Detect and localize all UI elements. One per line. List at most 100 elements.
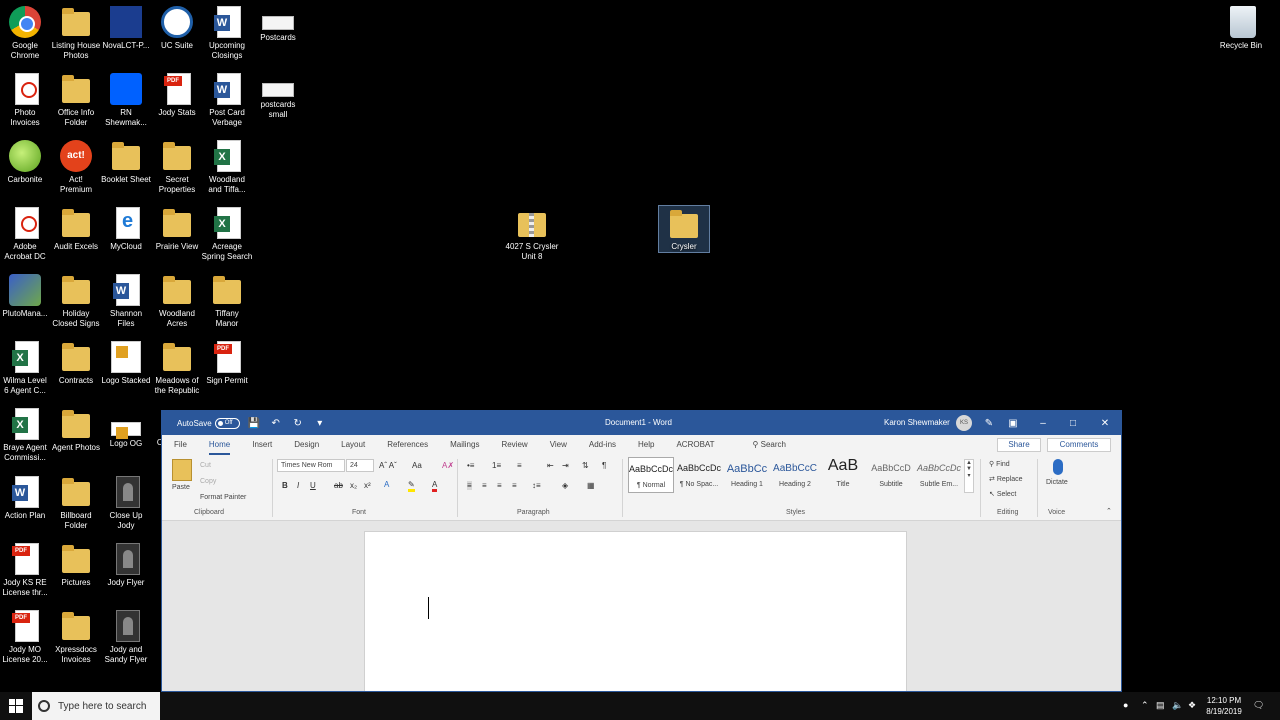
notifications-icon[interactable]: 🗨 (1253, 700, 1264, 711)
paste-button[interactable]: Paste (172, 484, 190, 491)
align-left-icon[interactable]: ≡ (467, 481, 472, 490)
postcard-icon[interactable]: postcards small (250, 67, 306, 120)
ribbon-display-icon[interactable]: ▣ (998, 411, 1028, 435)
pdf-file-icon[interactable]: Jody KS RE License thr... (0, 537, 53, 598)
find-button[interactable]: ⚲ Find (989, 460, 1010, 468)
tab-design[interactable]: Design (294, 435, 319, 455)
start-button[interactable] (0, 692, 32, 720)
tab-file[interactable]: File (174, 435, 187, 455)
tab-help[interactable]: Help (638, 435, 654, 455)
photo-icon[interactable]: Close Up Jody (98, 470, 154, 531)
align-right-icon[interactable]: ≡ (497, 481, 502, 490)
subscript-icon[interactable]: x₂ (350, 481, 357, 490)
dropbox-tray-icon[interactable]: ❖ (1188, 700, 1196, 711)
maximize-icon[interactable]: □ (1058, 411, 1088, 435)
dictate-button[interactable]: Dictate (1046, 479, 1068, 486)
comments-button[interactable]: Comments (1047, 438, 1111, 452)
close-icon[interactable]: ✕ (1090, 411, 1120, 435)
recycle-bin-icon[interactable]: Recycle Bin (1213, 0, 1269, 51)
excel-file-icon[interactable]: Wilma Level 6 Agent C... (0, 335, 53, 396)
superscript-icon[interactable]: x² (364, 481, 371, 490)
increase-indent-icon[interactable]: ⇥ (562, 461, 569, 470)
highlight-icon[interactable]: ✎ (408, 480, 415, 492)
shading-icon[interactable]: ◈ (562, 481, 568, 490)
autosave-control[interactable]: AutoSave Off (177, 417, 240, 429)
document-page[interactable] (364, 531, 907, 691)
tab-addins[interactable]: Add-ins (589, 435, 616, 455)
user-avatar[interactable]: KS (956, 415, 972, 431)
justify-icon[interactable]: ≡ (512, 481, 517, 490)
style-no-spacing[interactable]: AaBbCcDc ¶ No Spac... (676, 457, 722, 493)
style-normal[interactable]: AaBbCcDc ¶ Normal (628, 457, 674, 493)
folder-icon[interactable]: Tiffany Manor (199, 268, 255, 329)
tab-mailings[interactable]: Mailings (450, 435, 479, 455)
change-case-icon[interactable]: Aa (412, 461, 422, 470)
font-size-box[interactable]: 24 (346, 459, 374, 472)
act-icon[interactable]: act! Act! Premium (48, 134, 104, 195)
cut-button[interactable]: Cut (200, 462, 211, 469)
share-button[interactable]: Share (997, 438, 1041, 452)
font-color-icon[interactable]: A (432, 480, 438, 492)
style-heading-2[interactable]: AaBbCcC Heading 2 (772, 457, 818, 493)
dropbox-icon[interactable]: RN Shewmak... (98, 67, 154, 128)
paste-icon[interactable] (172, 459, 192, 481)
volume-icon[interactable]: 🔈 (1172, 700, 1183, 711)
line-spacing-icon[interactable]: ↕≡ (532, 481, 541, 490)
grow-font-icon[interactable]: Aˆ Aˇ (379, 461, 397, 470)
redo-icon[interactable]: ↻ (290, 415, 306, 431)
font-name-box[interactable]: Times New Rom (277, 459, 345, 472)
clock[interactable]: 12:10 PM 8/19/2019 (1200, 695, 1248, 717)
tell-me-search[interactable]: ⚲ Search (753, 435, 786, 455)
style-title[interactable]: AaB Title (820, 457, 866, 493)
numbering-icon[interactable]: 1≡ (492, 461, 501, 470)
excel-file-icon[interactable]: Woodland and Tiffa... (199, 134, 255, 195)
style-subtitle[interactable]: AaBbCcD Subtitle (868, 457, 914, 493)
autosave-toggle[interactable]: Off (214, 417, 240, 429)
tab-insert[interactable]: Insert (252, 435, 272, 455)
customize-qat-icon[interactable]: ▾ (312, 415, 328, 431)
tab-review[interactable]: Review (501, 435, 527, 455)
tab-home[interactable]: Home (208, 435, 231, 455)
acrobat-icon[interactable]: Adobe Acrobat DC (0, 201, 53, 262)
excel-file-icon[interactable]: Acreage Spring Search (199, 201, 255, 262)
align-center-icon[interactable]: ≡ (482, 481, 487, 490)
tab-references[interactable]: References (387, 435, 428, 455)
folder-icon[interactable]: Meadows of the Republic (149, 335, 205, 396)
tab-view[interactable]: View (550, 435, 567, 455)
tab-layout[interactable]: Layout (341, 435, 365, 455)
select-button[interactable]: ↖ Select (989, 490, 1016, 498)
network-icon[interactable]: ▤ (1156, 700, 1165, 711)
pdf-file-icon[interactable]: Sign Permit (199, 335, 255, 386)
word-file-icon[interactable]: Upcoming Closings (199, 0, 255, 61)
sort-icon[interactable]: ⇅ (582, 461, 589, 470)
postcard-icon[interactable]: Postcards (250, 0, 306, 43)
strikethrough-icon[interactable]: ab (334, 481, 343, 490)
undo-icon[interactable]: ↶ (268, 415, 284, 431)
multilevel-list-icon[interactable]: ≡ (517, 461, 522, 470)
microphone-icon[interactable] (1053, 459, 1063, 475)
italic-icon[interactable]: I (297, 481, 299, 490)
style-subtle-emphasis[interactable]: AaBbCcDc Subtle Em... (916, 457, 962, 493)
styles-scroll[interactable]: ▲ ▼ ▾ (964, 459, 974, 493)
folder-icon[interactable]: Listing House Photos (48, 0, 104, 61)
bold-icon[interactable]: B (282, 481, 288, 490)
minimize-icon[interactable]: – (1028, 411, 1058, 435)
save-icon[interactable]: 💾 (246, 415, 262, 431)
tab-acrobat[interactable]: ACROBAT (676, 435, 714, 455)
show-hidden-icons[interactable]: ⌃ (1141, 700, 1149, 711)
copy-button[interactable]: Copy (200, 478, 216, 485)
underline-icon[interactable]: U (310, 481, 316, 490)
text-effects-icon[interactable]: A (384, 480, 389, 489)
replace-button[interactable]: ⇄ Replace (989, 475, 1023, 483)
show-formatting-icon[interactable]: ¶ (602, 461, 606, 470)
format-painter-button[interactable]: Format Painter (200, 494, 246, 501)
folder-icon-selected[interactable]: Crysler (658, 205, 710, 253)
photo-icon[interactable]: Jody Flyer (98, 537, 154, 588)
excel-file-icon[interactable]: Braye Agent Commissi... (0, 402, 53, 463)
bullets-icon[interactable]: •≡ (467, 461, 474, 470)
style-heading-1[interactable]: AaBbCc Heading 1 (724, 457, 770, 493)
decrease-indent-icon[interactable]: ⇤ (547, 461, 554, 470)
clear-formatting-icon[interactable]: A✗ (442, 461, 454, 470)
taskbar-search[interactable]: Type here to search (32, 692, 160, 720)
logo-icon[interactable]: Logo OG (98, 402, 154, 449)
